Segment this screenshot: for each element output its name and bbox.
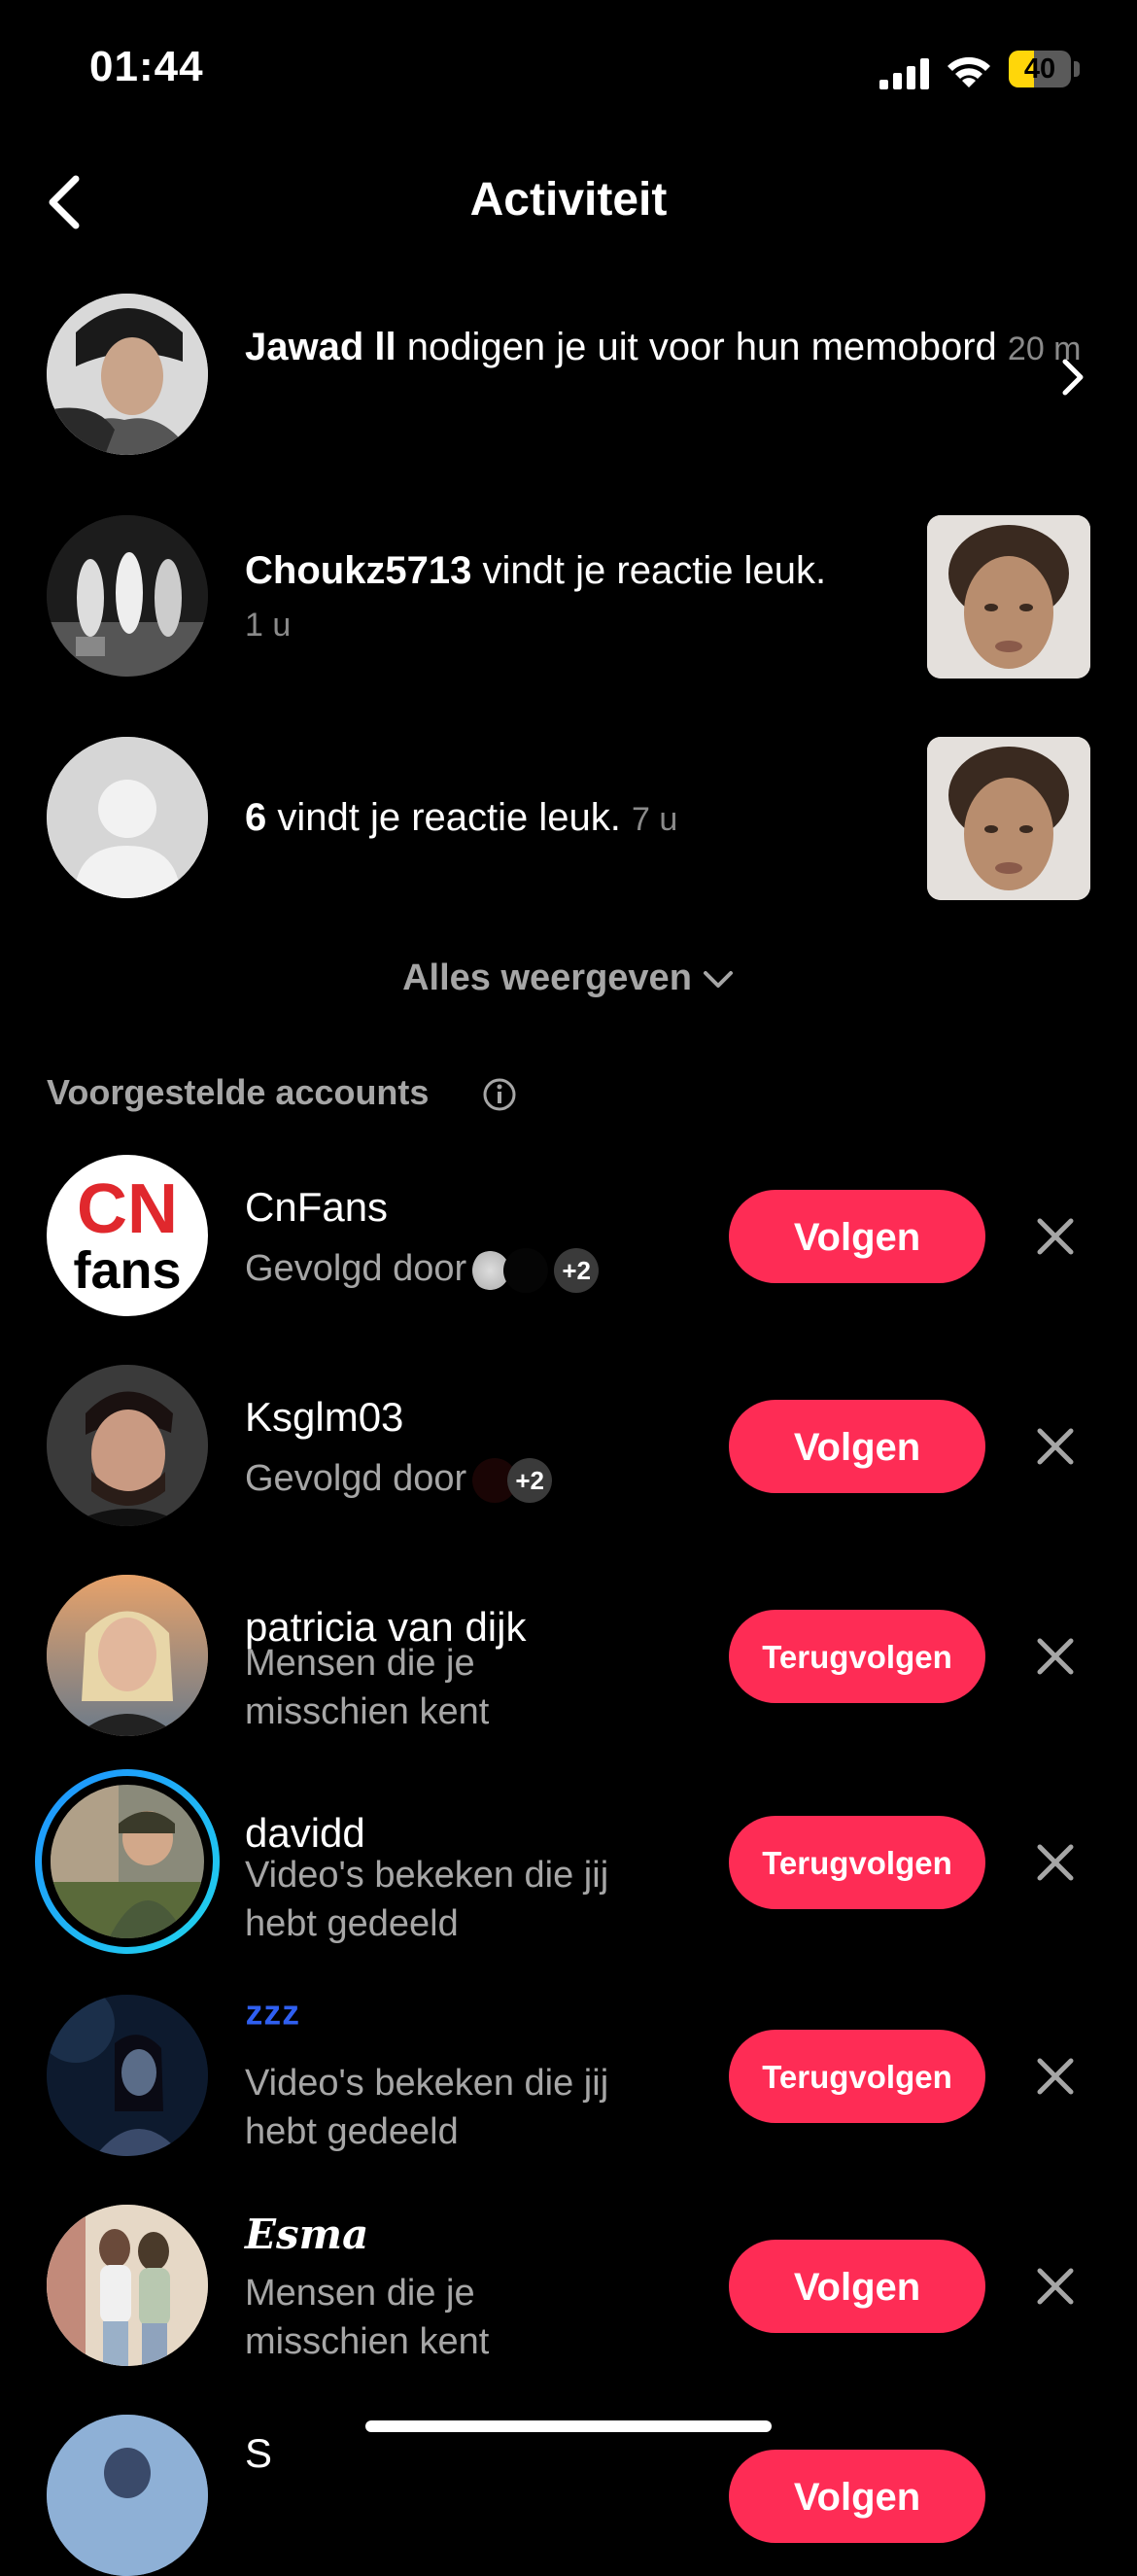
activity-time: 7 u [632,801,678,838]
battery-percentage: 40 [1023,53,1056,85]
dismiss-x-icon[interactable] [1034,1215,1077,1258]
account-name[interactable]: CnFans [245,1184,388,1231]
activity-user[interactable]: 6 [245,796,266,839]
account-subtitle: Mensen die je misschien kent [245,1639,489,1736]
info-icon[interactable] [482,1077,517,1112]
followed-by-label: Gevolgd door [245,1248,467,1289]
status-time: 01:44 [89,43,204,90]
video-thumbnail[interactable] [927,515,1090,679]
dismiss-x-icon[interactable] [1034,2265,1077,2308]
avatar-jawad[interactable] [47,294,208,455]
account-subtitle: Mensen die je misschien kent [245,2269,489,2366]
battery-cap [1074,61,1080,77]
activity-user[interactable]: Choukz5713 [245,549,471,592]
avatar-patricia[interactable] [47,1575,208,1736]
follow-button[interactable]: Volgen [729,1190,985,1283]
subtitle-line: Video's bekeken die jij [245,1855,609,1896]
account-name[interactable]: davidd [245,1810,365,1857]
subtitle-line: Video's bekeken die jij [245,2063,609,2104]
activity-message: vindt je reactie leuk. [471,549,827,592]
avatar-default[interactable] [47,737,208,898]
thumbnail-image [927,737,1090,900]
dismiss-x-icon[interactable] [1034,1425,1077,1468]
account-name[interactable]: Ksglm03 [245,1394,403,1441]
subtitle-line: Mensen die je [245,2273,475,2314]
avatar-ksglm03[interactable] [47,1365,208,1526]
avatar-zzz[interactable] [47,1995,208,2156]
avatar-davidd[interactable] [51,1785,204,1938]
subtitle-line: misschien kent [245,2321,490,2362]
page-title: Activiteit [469,174,668,226]
avatar-photo [47,1575,208,1736]
avatar-cnfans[interactable]: CN fans [47,1155,208,1316]
followed-by-label: Gevolgd door [245,1458,467,1499]
follow-back-button[interactable]: Terugvolgen [729,2030,985,2123]
see-all-label: Alles weergeven [402,957,692,998]
subtitle-line: Mensen die je [245,1643,475,1684]
avatar-esma[interactable] [47,2205,208,2366]
account-subtitle: Video's bekeken die jij hebt gedeeld [245,1851,608,1948]
account-name[interactable]: ᶻᶻᶻ [245,1991,299,2049]
follow-back-button[interactable]: Terugvolgen [729,1610,985,1703]
avatar-choukz[interactable] [47,515,208,677]
activity-user[interactable]: Jawad ll [245,326,396,368]
dismiss-x-icon[interactable] [1034,1635,1077,1678]
chevron-down-icon [703,970,733,988]
account-subtitle: Gevolgd door +2 [245,1454,553,1503]
activity-text-3[interactable]: 6 vindt je reactie leuk. 7 u [245,791,677,846]
account-name[interactable]: 𝑬𝒔𝒎𝒂 [245,2210,368,2258]
avatar-photo [47,1365,208,1526]
follow-button[interactable]: Volgen [729,2450,985,2543]
account-name[interactable]: S [245,2430,272,2477]
follow-button[interactable]: Volgen [729,2240,985,2333]
activity-message: nodigen je uit voor hun memobord [396,326,997,368]
subtitle-line: hebt gedeeld [245,1903,459,1944]
account-subtitle: Gevolgd door +2 [245,1244,600,1293]
home-indicator[interactable] [365,2420,772,2432]
dismiss-x-icon[interactable] [1034,1841,1077,1884]
avatar-partial[interactable] [47,2415,208,2576]
avatar-photo [47,1995,208,2156]
mutual-count-badge: +2 [507,1457,553,1503]
subtitle-line: misschien kent [245,1691,490,1732]
wifi-icon [948,56,990,87]
dismiss-x-icon[interactable] [1034,2055,1077,2098]
video-thumbnail[interactable] [927,737,1090,900]
activity-text-1[interactable]: Jawad ll nodigen je uit voor hun memobor… [245,321,1082,375]
avatar-logo-text: CN [77,1170,178,1248]
chevron-right-icon[interactable] [1059,356,1086,399]
mutual-count-badge: +2 [554,1247,600,1293]
avatar-logo-text: fans [73,1241,182,1300]
default-user-icon [47,737,208,898]
mutual-avatar [503,1247,549,1293]
see-all-button[interactable]: Alles weergeven [0,957,1137,999]
thumbnail-image [927,515,1090,679]
avatar-photo [51,1785,204,1938]
activity-time: 1 u [245,607,292,644]
follow-back-button[interactable]: Terugvolgen [729,1816,985,1909]
account-subtitle: Video's bekeken die jij hebt gedeeld [245,2059,608,2156]
battery-icon: 40 [1009,51,1071,87]
activity-text-2[interactable]: Choukz5713 vindt je reactie leuk. 1 u [245,544,826,651]
activity-message: vindt je reactie leuk. [266,796,621,839]
subtitle-line: hebt gedeeld [245,2111,459,2152]
follow-button[interactable]: Volgen [729,1400,985,1493]
avatar-photo [47,515,208,677]
cellular-signal-icon [879,58,929,89]
suggested-accounts-title: Voorgestelde accounts [47,1072,430,1112]
avatar-photo [47,2205,208,2366]
avatar-photo [47,2415,208,2576]
avatar-photo [47,294,208,455]
